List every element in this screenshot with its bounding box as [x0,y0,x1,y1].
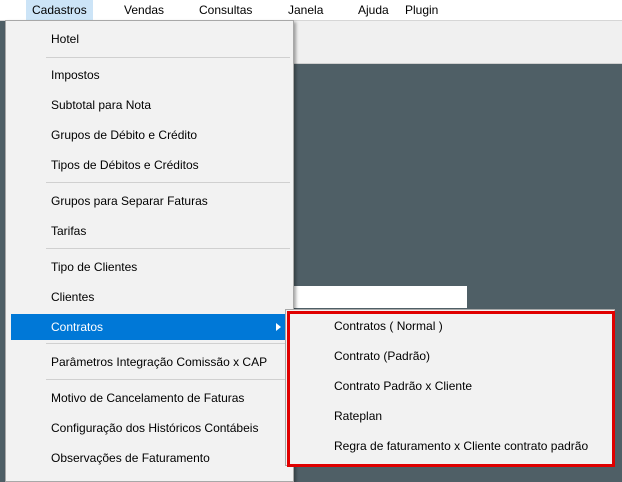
menu-item-grupos-debito-credito[interactable]: Grupos de Débito e Crédito [6,122,293,148]
menu-item-label: Configuração dos Históricos Contábeis [51,421,259,435]
menu-item-label: Grupos para Separar Faturas [51,194,208,208]
menu-item-hotel[interactable]: Hotel [6,26,293,52]
menu-item-label: Tarifas [51,224,87,238]
menu-item-subtotal-para-nota[interactable]: Subtotal para Nota [6,92,293,118]
menu-item-tipo-de-clientes[interactable]: Tipo de Clientes [6,254,293,280]
menu-item-parametros-integracao[interactable]: Parâmetros Integração Comissão x CAP [6,349,293,375]
menu-plugin[interactable]: Plugin [405,0,438,20]
menu-separator [46,379,290,380]
menu-item-label: Contratos [51,320,104,334]
submenu-arrow-icon [276,323,281,331]
menu-item-label: Observações de Faturamento [51,451,210,465]
menu-bar: Cadastros Vendas Consultas Janela Ajuda … [0,0,622,21]
menu-item-label: Tipo de Clientes [51,260,138,274]
menu-item-label: Hotel [51,32,80,46]
menu-separator [46,248,290,249]
menu-item-tarifas[interactable]: Tarifas [6,218,293,244]
menu-item-impostos[interactable]: Impostos [6,62,293,88]
submenu-item-contratos-normal[interactable]: Contratos ( Normal ) [286,313,614,339]
submenu-item-label: Contrato Padrão x Cliente [334,379,473,393]
menu-ajuda[interactable]: Ajuda [358,0,389,20]
menu-item-label: Parâmetros Integração Comissão x CAP [51,355,268,369]
submenu-item-contrato-padrao-x-cliente[interactable]: Contrato Padrão x Cliente [286,373,614,399]
menu-separator [46,57,290,58]
toolbar-area [293,21,622,64]
menu-item-label: Clientes [51,290,95,304]
menu-janela[interactable]: Janela [288,0,323,20]
menu-item-label: Impostos [51,68,100,82]
background-panel [293,286,467,308]
submenu-item-contrato-padrao[interactable]: Contrato (Padrão) [286,343,614,369]
submenu-item-label: Contrato (Padrão) [334,349,431,363]
menu-item-label: Subtotal para Nota [51,98,152,112]
submenu-item-label: Regra de faturamento x Cliente contrato … [334,439,589,453]
menu-item-tipos-debitos-creditos[interactable]: Tipos de Débitos e Créditos [6,152,293,178]
menu-consultas[interactable]: Consultas [199,0,252,20]
menu-item-configuracao-historicos[interactable]: Configuração dos Históricos Contábeis [6,415,293,441]
menu-item-grupos-separar-faturas[interactable]: Grupos para Separar Faturas [6,188,293,214]
menu-item-contratos[interactable]: Contratos [11,314,287,340]
submenu-item-rateplan[interactable]: Rateplan [286,403,614,429]
menu-item-label: Grupos de Débito e Crédito [51,128,198,142]
submenu-item-label: Rateplan [334,409,383,423]
menu-cadastros[interactable]: Cadastros [26,0,93,20]
cadastros-dropdown-menu: Hotel Impostos Subtotal para Nota Grupos… [5,20,294,482]
menu-item-label: Motivo de Cancelamento de Faturas [51,391,245,405]
submenu-item-regra-faturamento[interactable]: Regra de faturamento x Cliente contrato … [286,433,614,459]
menu-separator [46,343,290,344]
menu-item-motivo-cancelamento[interactable]: Motivo de Cancelamento de Faturas [6,385,293,411]
menu-separator [46,182,290,183]
menu-item-clientes[interactable]: Clientes [6,284,293,310]
menu-vendas[interactable]: Vendas [124,0,164,20]
submenu-item-label: Contratos ( Normal ) [334,319,443,333]
menu-item-observacoes-faturamento[interactable]: Observações de Faturamento [6,445,293,471]
contratos-submenu: Contratos ( Normal ) Contrato (Padrão) C… [285,309,615,466]
menu-item-label: Tipos de Débitos e Créditos [51,158,199,172]
